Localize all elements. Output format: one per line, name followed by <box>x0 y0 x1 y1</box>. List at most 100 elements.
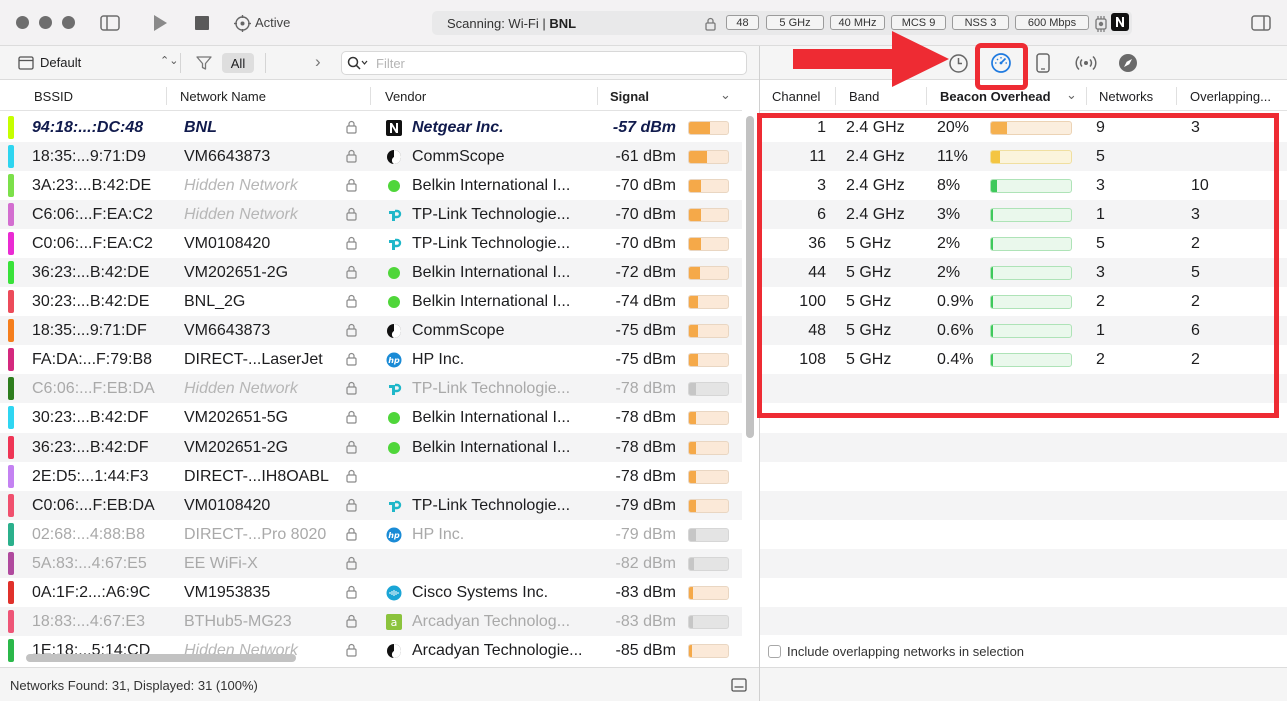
panel-toggle-icon[interactable] <box>731 678 747 697</box>
column-networks[interactable]: Networks <box>1099 89 1153 104</box>
table-row[interactable]: 36:23:...B:42:DF VM202651-2G Belkin Intern… <box>0 432 742 462</box>
column-separator <box>926 87 927 105</box>
column-band[interactable]: Band <box>849 89 879 104</box>
network-color-marker <box>8 116 14 139</box>
stop-icon[interactable] <box>192 12 212 34</box>
column-bssid[interactable]: BSSID <box>34 89 73 104</box>
table-row[interactable]: 18:35:...9:71:D9 VM6643873 CommScope -61 dB… <box>0 142 742 172</box>
empty-row <box>760 462 1287 491</box>
width-badge: 40 MHz <box>830 15 885 30</box>
history-clock-icon[interactable] <box>948 53 969 79</box>
signal-bar <box>688 324 729 339</box>
belkin-icon <box>386 178 402 194</box>
sort-chevron-down-icon[interactable]: ⌄ <box>1066 87 1077 103</box>
include-overlapping-label[interactable]: Include overlapping networks in selectio… <box>787 644 1024 659</box>
table-row[interactable]: C6:06:...F:EB:DA Hidden Network TP-Link Te… <box>0 374 742 404</box>
minimize-window-button[interactable] <box>39 16 52 29</box>
signal-cell: -78 dBm <box>615 380 676 398</box>
filter-funnel-icon[interactable] <box>196 56 212 75</box>
include-overlapping-option[interactable]: Include overlapping networks in selectio… <box>768 644 1024 659</box>
sidebar-toggle-icon[interactable] <box>98 12 122 34</box>
lock-icon <box>346 498 357 517</box>
signal-cell: -78 dBm <box>615 438 676 456</box>
signal-broadcast-icon[interactable] <box>1075 53 1097 78</box>
lock-icon <box>346 120 357 139</box>
vertical-scrollbar[interactable] <box>746 116 754 438</box>
lock-icon <box>346 149 357 168</box>
target-icon[interactable] <box>232 12 252 34</box>
device-phone-icon[interactable] <box>1036 53 1050 78</box>
table-row[interactable]: 2E:D5:...1:44:F3 DIRECT-...IH8OABL -78 dBm <box>0 462 742 491</box>
table-row[interactable]: 02:68:...4:88:B8 DIRECT-...Pro 8020 hp HP I… <box>0 520 742 549</box>
table-row[interactable]: 5A:83:...4:67:E5 EE WiFi-X -82 dBm <box>0 548 742 578</box>
annotation-icon-highlight <box>975 43 1028 90</box>
include-overlapping-checkbox[interactable] <box>768 645 781 658</box>
column-separator <box>597 87 598 105</box>
vendor-cell: Netgear Inc. <box>412 119 504 136</box>
close-window-button[interactable] <box>16 16 29 29</box>
column-beacon-overhead[interactable]: Beacon Overhead <box>940 89 1051 104</box>
signal-bar <box>688 382 729 397</box>
play-icon[interactable] <box>150 12 170 34</box>
networks-list[interactable]: 94:18:...:DC:48 BNL Netgear Inc. -57 dBm 18:… <box>0 113 742 665</box>
bssid-cell: 3A:23:...B:42:DE <box>32 177 152 195</box>
signal-bar <box>688 208 729 223</box>
network-name-cell: Hidden Network <box>184 177 298 195</box>
table-row[interactable]: 94:18:...:DC:48 BNL Netgear Inc. -57 dBm <box>0 113 742 142</box>
table-row[interactable]: 18:83:...4:67:E3 BTHub5-MG23 a Arcadyan Tec… <box>0 606 742 636</box>
signal-bar <box>688 150 729 165</box>
table-row[interactable]: C6:06:...F:EA:C2 Hidden Network TP-Link Te… <box>0 200 742 230</box>
chevron-right-icon[interactable]: › <box>315 52 321 72</box>
lock-icon <box>346 265 357 284</box>
bssid-cell: 30:23:...B:42:DE <box>32 293 150 311</box>
vendor-cell: TP-Link Technologie... <box>412 496 571 514</box>
lock-icon <box>346 440 357 459</box>
bssid-cell: 5A:83:...4:67:E5 <box>32 554 147 572</box>
signal-bar <box>688 179 729 194</box>
horizontal-scrollbar[interactable] <box>26 654 296 662</box>
filter-all-button[interactable]: All <box>222 53 254 73</box>
bssid-cell: 02:68:...4:88:B8 <box>32 525 145 543</box>
column-channel[interactable]: Channel <box>772 89 820 104</box>
column-network-name[interactable]: Network Name <box>180 89 266 104</box>
sort-chevron-down-icon[interactable]: ⌄ <box>720 87 731 103</box>
signal-bar <box>688 440 729 455</box>
table-row[interactable]: 30:23:...B:42:DF VM202651-5G Belkin Intern… <box>0 403 742 432</box>
compass-icon[interactable] <box>1118 53 1138 78</box>
inspector-toggle-icon[interactable] <box>1250 12 1272 34</box>
bssid-cell: FA:DA:...F:79:B8 <box>32 351 153 369</box>
column-separator <box>166 87 167 105</box>
lock-icon <box>346 527 357 546</box>
table-row[interactable]: 30:23:...B:42:DE BNL_2G Belkin Internation… <box>0 287 742 316</box>
network-color-marker <box>8 435 14 459</box>
scan-network: BNL <box>549 16 577 31</box>
table-row[interactable]: FA:DA:...F:79:B8 DIRECT-...LaserJet hp HP I… <box>0 345 742 374</box>
channel-badge: 48 <box>726 15 759 30</box>
column-overlapping[interactable]: Overlapping... <box>1190 89 1271 104</box>
hp-icon: hp <box>386 352 402 368</box>
table-row[interactable]: C0:06:...F:EB:DA VM0108420 TP-Link Technol… <box>0 490 742 520</box>
lock-icon <box>346 236 357 255</box>
signal-bar <box>688 614 729 629</box>
left-toolbar: Default ⌃⌄ All › Filter <box>0 46 759 80</box>
table-row[interactable]: 18:35:...9:71:DF VM6643873 CommScope -75 dB… <box>0 316 742 346</box>
network-name-cell: VM202651-2G <box>184 438 289 456</box>
titlebar: Active Scanning: Wi-Fi | BNL 48 5 GHz 40… <box>0 0 1287 46</box>
signal-cell: -70 dBm <box>615 177 676 195</box>
table-row[interactable]: 3A:23:...B:42:DE Hidden Network Belkin Int… <box>0 171 742 200</box>
scan-state-label[interactable]: Active <box>255 15 290 30</box>
search-icon[interactable] <box>347 56 369 75</box>
column-vendor[interactable]: Vendor <box>385 89 426 104</box>
profile-select[interactable]: Default <box>40 55 81 70</box>
table-row[interactable]: 36:23:...B:42:DE VM202651-2G Belkin Intern… <box>0 258 742 288</box>
vendor-cell: Belkin International I... <box>412 438 571 456</box>
updown-chevron-icon[interactable]: ⌃⌄ <box>160 54 178 67</box>
column-signal[interactable]: Signal <box>610 89 649 104</box>
filter-input[interactable]: Filter <box>341 51 747 75</box>
empty-row <box>760 520 1287 549</box>
bssid-cell: 18:83:...4:67:E3 <box>32 612 145 630</box>
table-row[interactable]: C0:06:...F:EA:C2 VM0108420 TP-Link Technol… <box>0 229 742 258</box>
network-color-marker <box>8 319 14 343</box>
table-row[interactable]: 0A:1F:2...:A6:9C VM1953835 Cisco Systems I… <box>0 578 742 607</box>
zoom-window-button[interactable] <box>62 16 75 29</box>
